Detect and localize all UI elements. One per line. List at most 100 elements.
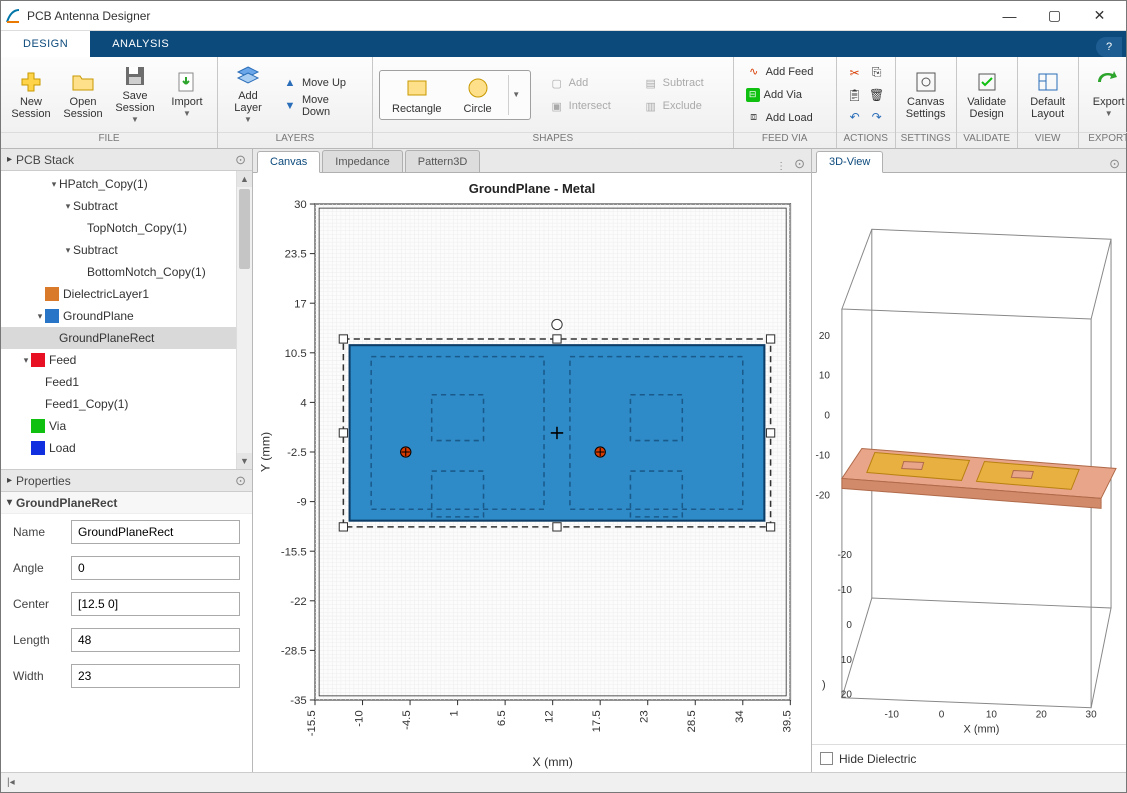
properties-panel: ▾GroundPlaneRect NameAngleCenterLengthWi… bbox=[1, 492, 252, 772]
property-input[interactable] bbox=[71, 592, 240, 616]
svg-text:X (mm): X (mm) bbox=[964, 724, 1000, 736]
view3d-plot[interactable]: 20100-10-20-20-1001020-100102030X (mm)) bbox=[812, 173, 1126, 744]
panel-options-button[interactable]: ⊙ bbox=[235, 152, 246, 168]
tab-design[interactable]: DESIGN bbox=[1, 31, 90, 57]
boolean-subtract-button[interactable]: ▤Subtract bbox=[637, 72, 727, 94]
boolean-intersect-button[interactable]: ▣Intersect bbox=[543, 95, 633, 117]
tab-impedance[interactable]: Impedance bbox=[322, 150, 402, 172]
tree-item[interactable]: GroundPlaneRect bbox=[1, 327, 252, 349]
canvas-plot[interactable]: -15.5-10-4.516.51217.52328.53439.5-35-28… bbox=[253, 173, 811, 772]
collapse-icon[interactable]: ▸ bbox=[7, 475, 12, 486]
tree-item[interactable]: Feed1 bbox=[1, 371, 252, 393]
group-label-export: EXPORT bbox=[1079, 132, 1127, 148]
svg-text:-2.5: -2.5 bbox=[287, 447, 307, 459]
import-button[interactable]: Import▼ bbox=[163, 68, 211, 122]
open-session-button[interactable]: Open Session bbox=[59, 68, 107, 122]
tab-canvas[interactable]: Canvas bbox=[257, 151, 320, 173]
status-caret-icon[interactable]: |◂ bbox=[7, 777, 15, 788]
move-down-button[interactable]: ▼Move Down bbox=[276, 95, 366, 117]
export-button[interactable]: Export▼ bbox=[1085, 68, 1127, 122]
property-label: Name bbox=[13, 525, 65, 539]
tab-3dview[interactable]: 3D-View bbox=[816, 151, 883, 173]
tree-item[interactable]: ▾Feed bbox=[1, 349, 252, 371]
export-icon bbox=[1097, 70, 1121, 94]
tree-item[interactable]: Load bbox=[1, 437, 252, 459]
move-up-button[interactable]: ▲Move Up bbox=[276, 72, 366, 94]
close-button[interactable]: ✕ bbox=[1077, 1, 1122, 30]
tree-item[interactable]: TopNotch_Copy(1) bbox=[1, 217, 252, 239]
layout-icon bbox=[1036, 70, 1060, 94]
boolean-exclude-button[interactable]: ▥Exclude bbox=[637, 95, 727, 117]
tab-analysis[interactable]: ANALYSIS bbox=[90, 31, 191, 57]
tree-item[interactable]: BottomNotch_Copy(1) bbox=[1, 261, 252, 283]
save-session-button[interactable]: Save Session▼ bbox=[111, 62, 159, 128]
svg-text:0: 0 bbox=[939, 710, 945, 721]
tree-item[interactable]: ▾HPatch_Copy(1) bbox=[1, 173, 252, 195]
import-icon bbox=[175, 70, 199, 94]
property-input[interactable] bbox=[71, 556, 240, 580]
canvas-area[interactable]: GroundPlane - Metal -15.5-10-4.516.51217… bbox=[253, 173, 811, 772]
tree-scrollbar[interactable]: ▲▼ bbox=[236, 171, 252, 469]
tree-item[interactable]: Feed1_Copy(1) bbox=[1, 393, 252, 415]
svg-text:-20: -20 bbox=[837, 550, 852, 561]
add-via-button[interactable]: ⊟Add Via bbox=[740, 84, 830, 106]
validate-design-button[interactable]: Validate Design bbox=[963, 68, 1011, 122]
rectangle-shape-button[interactable]: Rectangle bbox=[386, 73, 448, 117]
exclude-icon: ▥ bbox=[643, 98, 659, 114]
property-row: Name bbox=[1, 514, 252, 550]
cut-button[interactable]: ✂ bbox=[845, 63, 865, 83]
collapse-icon[interactable]: ▸ bbox=[7, 154, 12, 165]
property-input[interactable] bbox=[71, 664, 240, 688]
add-feed-button[interactable]: ∿Add Feed bbox=[740, 61, 830, 83]
property-label: Length bbox=[13, 633, 65, 647]
rectangle-icon bbox=[404, 75, 430, 101]
undo-button[interactable]: ↶ bbox=[845, 107, 865, 127]
svg-text:): ) bbox=[822, 679, 826, 691]
view3d-area[interactable]: 20100-10-20-20-1001020-100102030X (mm)) bbox=[812, 173, 1126, 744]
add-layer-button[interactable]: Add Layer▼ bbox=[224, 62, 272, 128]
paste-button[interactable]: 📋︎ bbox=[845, 85, 865, 105]
view3d-footer: Hide Dielectric bbox=[812, 744, 1126, 772]
toolstrip: New Session Open Session Save Session▼ I… bbox=[1, 57, 1126, 149]
property-input[interactable] bbox=[71, 628, 240, 652]
new-session-button[interactable]: New Session bbox=[7, 68, 55, 122]
tree-item[interactable]: ▾Subtract bbox=[1, 195, 252, 217]
boolean-add-button[interactable]: ▢Add bbox=[543, 72, 633, 94]
right-tabs: 3D-View ⊙ bbox=[812, 149, 1126, 173]
hide-dielectric-checkbox[interactable] bbox=[820, 752, 833, 765]
help-button[interactable]: ? bbox=[1096, 37, 1122, 57]
tree-item[interactable]: ▾GroundPlane bbox=[1, 305, 252, 327]
maximize-button[interactable]: ▢ bbox=[1032, 1, 1077, 30]
svg-text:-9: -9 bbox=[297, 497, 307, 509]
add-load-button[interactable]: ⧈Add Load bbox=[740, 107, 830, 129]
right-tab-options-button[interactable]: ⊙ bbox=[1109, 156, 1120, 172]
group-label-settings: SETTINGS bbox=[896, 132, 956, 148]
svg-text:-22: -22 bbox=[290, 596, 306, 608]
svg-text:-10: -10 bbox=[816, 451, 831, 462]
plus-icon bbox=[19, 70, 43, 94]
svg-text:17: 17 bbox=[294, 298, 307, 310]
copy-button[interactable]: ⎘ bbox=[867, 63, 887, 83]
redo-button[interactable]: ↷ bbox=[867, 107, 887, 127]
circle-shape-button[interactable]: Circle bbox=[458, 73, 498, 117]
tabs-menu-button[interactable]: ⋮ bbox=[776, 161, 786, 172]
titlebar: PCB Antenna Designer — ▢ ✕ bbox=[1, 1, 1126, 31]
window-title: PCB Antenna Designer bbox=[27, 9, 987, 23]
tab-pattern3d[interactable]: Pattern3D bbox=[405, 150, 481, 172]
pcb-stack-tree[interactable]: ▾HPatch_Copy(1)▾SubtractTopNotch_Copy(1)… bbox=[1, 171, 252, 470]
tree-item[interactable]: DielectricLayer1 bbox=[1, 283, 252, 305]
tree-item[interactable]: ▾Subtract bbox=[1, 239, 252, 261]
svg-text:10: 10 bbox=[819, 371, 831, 382]
svg-text:1: 1 bbox=[449, 710, 461, 716]
svg-text:-20: -20 bbox=[816, 490, 831, 501]
delete-button[interactable]: 🗑︎ bbox=[867, 85, 887, 105]
default-layout-button[interactable]: Default Layout bbox=[1024, 68, 1072, 122]
tab-options-button[interactable]: ⊙ bbox=[794, 156, 805, 172]
property-input[interactable] bbox=[71, 520, 240, 544]
actions-grid: ✂ ⎘ 📋︎ 🗑︎ ↶ ↷ bbox=[843, 61, 889, 129]
shape-dropdown-button[interactable]: ▼ bbox=[508, 75, 524, 115]
canvas-settings-button[interactable]: Canvas Settings bbox=[902, 68, 950, 122]
panel-options-button[interactable]: ⊙ bbox=[235, 473, 246, 489]
tree-item[interactable]: Via bbox=[1, 415, 252, 437]
minimize-button[interactable]: — bbox=[987, 1, 1032, 30]
